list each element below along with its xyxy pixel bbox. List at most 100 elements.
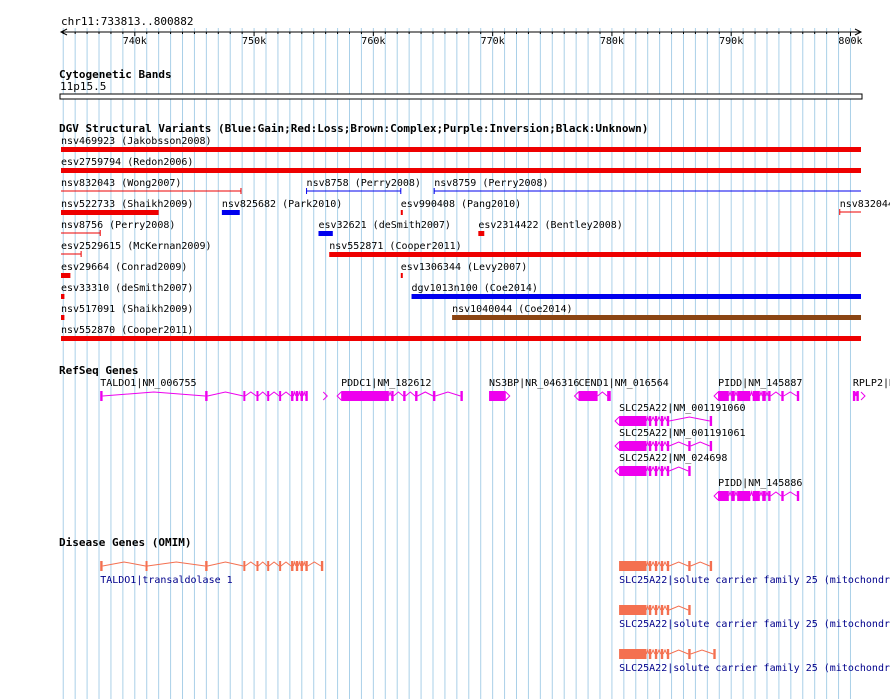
- omim-exon[interactable]: [145, 561, 148, 571]
- dgv-feature[interactable]: esv2314422 (Bentley2008): [478, 220, 623, 236]
- omim-exon[interactable]: [267, 561, 270, 571]
- dgv-feature[interactable]: esv33310 (deSmith2007): [61, 283, 193, 299]
- refseq-exon[interactable]: [256, 391, 259, 401]
- refseq-exon[interactable]: [300, 391, 303, 401]
- refseq-exon[interactable]: [737, 491, 751, 501]
- refseq-exon[interactable]: [100, 391, 103, 401]
- refseq-exon[interactable]: [267, 391, 270, 401]
- omim-exon[interactable]: [666, 649, 670, 659]
- refseq-exon[interactable]: [709, 416, 713, 426]
- refseq-exon[interactable]: [205, 391, 208, 401]
- refseq-exon[interactable]: [660, 416, 664, 426]
- dgv-feature[interactable]: nsv832043 (Wong2007): [61, 178, 242, 194]
- dgv-feature[interactable]: nsv832044: [839, 199, 890, 215]
- refseq-exon[interactable]: [654, 466, 658, 476]
- refseq-exon[interactable]: [688, 441, 691, 451]
- refseq-exon[interactable]: [654, 416, 658, 426]
- refseq-gene[interactable]: SLC25A22|NM_001191061: [614, 428, 746, 451]
- dgv-feature-bar[interactable]: [61, 294, 65, 299]
- dgv-feature-bar[interactable]: [452, 315, 861, 320]
- refseq-exon[interactable]: [796, 491, 800, 501]
- dgv-feature-bar[interactable]: [411, 294, 861, 299]
- refseq-exon[interactable]: [688, 466, 691, 476]
- refseq-exon[interactable]: [432, 391, 436, 401]
- refseq-exon[interactable]: [648, 416, 652, 426]
- omim-exon[interactable]: [660, 649, 664, 659]
- refseq-exon[interactable]: [752, 491, 760, 501]
- refseq-exon[interactable]: [852, 391, 856, 401]
- refseq-exon[interactable]: [391, 391, 394, 401]
- refseq-exon[interactable]: [731, 391, 735, 401]
- omim-exon[interactable]: [648, 649, 652, 659]
- omim-exon[interactable]: [320, 561, 324, 571]
- omim-exon[interactable]: [295, 561, 299, 571]
- cytoband-bar[interactable]: [59, 93, 863, 100]
- refseq-exon[interactable]: [460, 391, 463, 401]
- refseq-exon[interactable]: [762, 491, 766, 501]
- omim-exon[interactable]: [300, 561, 303, 571]
- refseq-exon[interactable]: [709, 441, 713, 451]
- dgv-feature-bar[interactable]: [318, 231, 333, 236]
- refseq-gene[interactable]: TALDO1|NM_006755: [100, 378, 328, 401]
- refseq-exon[interactable]: [648, 466, 652, 476]
- dgv-feature-bar[interactable]: [61, 336, 861, 341]
- refseq-exon[interactable]: [648, 441, 652, 451]
- dgv-feature-bar[interactable]: [400, 273, 403, 278]
- omim-exon[interactable]: [619, 605, 647, 615]
- dgv-feature[interactable]: nsv469923 (Jakobsson2008): [61, 136, 861, 152]
- omim-exon[interactable]: [243, 561, 246, 571]
- omim-exon[interactable]: [654, 649, 658, 659]
- dgv-feature-bar[interactable]: [61, 315, 65, 320]
- refseq-exon[interactable]: [718, 391, 729, 401]
- dgv-feature[interactable]: esv1306344 (Levy2007): [400, 262, 527, 278]
- omim-exon[interactable]: [279, 561, 282, 571]
- omim-exon[interactable]: [291, 561, 294, 571]
- refseq-exon[interactable]: [731, 491, 735, 501]
- refseq-exon[interactable]: [796, 391, 800, 401]
- dgv-feature-bar[interactable]: [478, 231, 485, 236]
- omim-exon[interactable]: [709, 561, 713, 571]
- omim-exon[interactable]: [305, 561, 308, 571]
- refseq-gene[interactable]: CEND1|NM_016564: [573, 378, 669, 401]
- refseq-exon[interactable]: [660, 466, 664, 476]
- dgv-feature-bar[interactable]: [61, 168, 861, 173]
- dgv-feature[interactable]: nsv552871 (Cooper2011): [329, 241, 862, 257]
- refseq-exon[interactable]: [666, 416, 670, 426]
- refseq-exon[interactable]: [666, 441, 670, 451]
- refseq-exon[interactable]: [856, 391, 859, 401]
- refseq-exon[interactable]: [607, 391, 611, 401]
- omim-exon[interactable]: [666, 605, 670, 615]
- refseq-exon[interactable]: [737, 391, 751, 401]
- dgv-feature[interactable]: nsv1040044 (Coe2014): [452, 304, 861, 320]
- omim-exon[interactable]: [100, 561, 103, 571]
- refseq-exon[interactable]: [619, 466, 647, 476]
- omim-exon[interactable]: [256, 561, 259, 571]
- dgv-feature-bar[interactable]: [400, 210, 403, 215]
- dgv-feature[interactable]: nsv522733 (Shaikh2009): [61, 199, 193, 215]
- omim-exon[interactable]: [619, 561, 647, 571]
- dgv-feature[interactable]: esv2529615 (McKernan2009): [61, 241, 212, 257]
- refseq-gene[interactable]: RPLP2|NM_000999: [852, 378, 890, 401]
- refseq-exon[interactable]: [762, 391, 766, 401]
- refseq-exon[interactable]: [666, 466, 670, 476]
- refseq-exon[interactable]: [619, 416, 647, 426]
- refseq-gene[interactable]: PDDC1|NM_182612: [336, 378, 463, 401]
- omim-exon[interactable]: [688, 605, 691, 615]
- omim-exon[interactable]: [654, 605, 658, 615]
- omim-exon[interactable]: [660, 605, 664, 615]
- dgv-feature[interactable]: esv32621 (deSmith2007): [318, 220, 451, 236]
- refseq-exon[interactable]: [781, 491, 784, 501]
- refseq-exon[interactable]: [578, 391, 598, 401]
- refseq-exon[interactable]: [781, 391, 784, 401]
- dgv-feature-bar[interactable]: [221, 210, 240, 215]
- dgv-feature-bar[interactable]: [61, 273, 71, 278]
- dgv-feature-bar[interactable]: [61, 147, 861, 152]
- dgv-track-title[interactable]: DGV Structural Variants (Blue:Gain;Red:L…: [59, 122, 648, 135]
- refseq-gene[interactable]: PIDD|NM_145886: [713, 478, 802, 501]
- omim-exon[interactable]: [660, 561, 664, 571]
- dgv-feature[interactable]: nsv517091 (Shaikh2009): [61, 304, 193, 320]
- refseq-gene[interactable]: PIDD|NM_145887: [713, 378, 802, 401]
- refseq-exon[interactable]: [660, 441, 664, 451]
- dgv-feature[interactable]: nsv825682 (Park2010): [221, 199, 342, 215]
- refseq-exon[interactable]: [403, 391, 406, 401]
